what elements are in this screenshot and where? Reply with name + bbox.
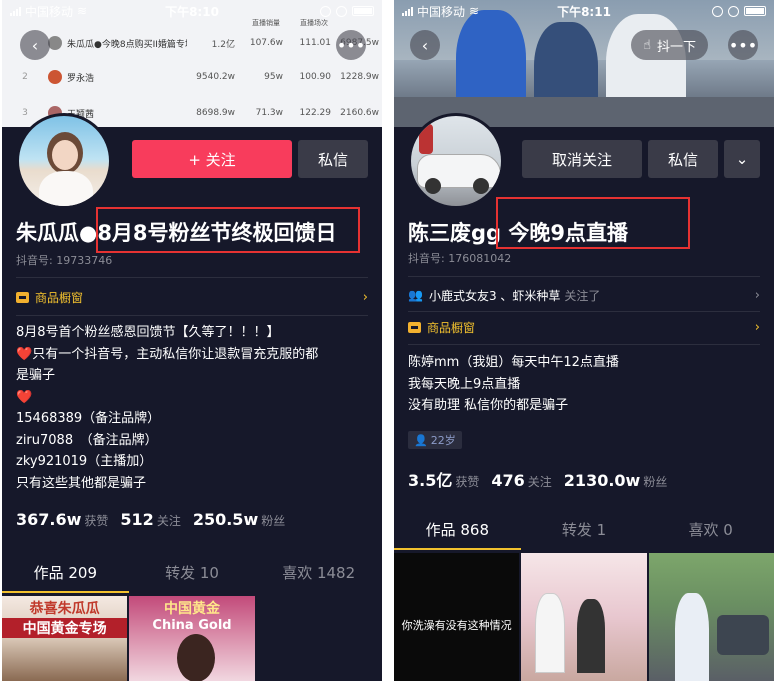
alarm-icon: [336, 5, 347, 17]
lock-rotation-icon: [320, 5, 331, 17]
avatar: [48, 70, 62, 84]
following-stat[interactable]: 476 关注: [491, 471, 551, 490]
divider: [408, 311, 760, 312]
divider: [408, 276, 760, 277]
shop-window-link[interactable]: 商品橱窗 ›: [16, 287, 368, 307]
more-button[interactable]: •••: [336, 30, 366, 60]
tab-works[interactable]: 作品 209: [2, 553, 129, 593]
tab-reposts[interactable]: 转发 10: [129, 553, 256, 593]
message-button[interactable]: 私信: [298, 140, 368, 178]
chevron-left-icon: ‹: [421, 35, 429, 55]
followers-stat[interactable]: 250.5w 粉丝: [193, 510, 285, 529]
more-button[interactable]: •••: [728, 30, 758, 60]
alarm-icon: [728, 5, 739, 17]
video-grid: 你洗澡有没有这种情况: [394, 553, 774, 681]
people-icon: 👥: [408, 288, 423, 302]
panel-separator: [383, 0, 393, 681]
divider: [408, 344, 760, 345]
chevron-right-icon: ›: [754, 287, 760, 303]
avatar: [48, 36, 62, 50]
video-grid: 恭喜朱瓜瓜 中国黄金专场 中国黄金 China Gold: [2, 596, 382, 681]
back-button[interactable]: ‹: [20, 30, 50, 60]
tab-likes[interactable]: 喜欢 1482: [255, 553, 382, 593]
profile-stats: 3.5亿 获赞 476 关注 2130.0w 粉丝: [408, 467, 667, 491]
content-tabs: 作品 868 转发 1 喜欢 0: [394, 510, 774, 550]
profile-name: 陈三废gg 今晚9点直播: [408, 221, 628, 245]
chevron-left-icon: ‹: [31, 35, 39, 55]
unfollow-button[interactable]: 取消关注: [522, 140, 642, 178]
video-thumbnail[interactable]: [648, 553, 774, 681]
tab-likes[interactable]: 喜欢 0: [647, 510, 774, 550]
status-bar: 中国移动 ≋ 下午8:11: [394, 0, 774, 22]
shop-icon: [408, 321, 421, 333]
video-thumbnail[interactable]: 中国黄金 China Gold: [129, 596, 255, 681]
douyin-id: 抖音号: 176081042: [408, 252, 512, 265]
left-profile-screen: 直播销量 直播场次 朱瓜瓜●今晚8点购买II婚篇专场来啦 1.2亿 107.6w…: [2, 0, 382, 681]
wifi-icon: ≋: [77, 4, 88, 18]
shop-window-link[interactable]: 商品橱窗 ›: [408, 317, 760, 337]
back-button[interactable]: ‹: [410, 30, 440, 60]
carrier-label: 中国移动: [25, 4, 74, 19]
video-thumbnail[interactable]: 恭喜朱瓜瓜 中国黄金专场: [2, 596, 128, 681]
battery-icon: [744, 6, 766, 16]
douyin-id: 抖音号: 19733746: [16, 254, 113, 267]
age-badge: 👤 22岁: [408, 431, 462, 449]
hand-tap-icon: ☝: [643, 37, 651, 53]
followed-by-row[interactable]: 👥 小鹿式女友3 、虾米种草 关注了 ›: [408, 285, 760, 305]
battery-icon: [352, 6, 374, 16]
status-time: 下午8:11: [557, 4, 611, 19]
chevron-down-icon: ⌄: [735, 150, 749, 168]
likes-stat: 3.5亿 获赞: [408, 471, 480, 490]
wifi-icon: ≋: [469, 4, 480, 18]
carrier-label: 中国移动: [417, 4, 466, 19]
shop-icon: [16, 291, 29, 303]
expand-button[interactable]: ⌄: [724, 140, 760, 178]
divider: [16, 315, 368, 316]
signal-icon: [402, 6, 413, 16]
avatar[interactable]: [408, 113, 504, 209]
video-thumbnail[interactable]: [521, 553, 647, 681]
status-bar: 中国移动 ≋ 下午8:10: [2, 0, 382, 22]
tab-reposts[interactable]: 转发 1: [521, 510, 648, 550]
avatar[interactable]: [16, 113, 112, 209]
followed-by-names: 小鹿式女友3 、虾米种草: [428, 288, 561, 303]
divider: [16, 277, 368, 278]
likes-stat: 367.6w 获赞: [16, 510, 109, 529]
followers-stat[interactable]: 2130.0w 粉丝: [564, 471, 668, 490]
shake-button[interactable]: ☝ 抖一下: [631, 30, 708, 60]
status-time: 下午8:10: [165, 4, 219, 19]
heart-icon: ❤️: [16, 346, 33, 362]
chevron-right-icon: ›: [362, 289, 368, 305]
person-icon: 👤: [414, 433, 428, 447]
chevron-right-icon: ›: [754, 319, 760, 335]
shop-window-label: 商品橱窗: [427, 320, 476, 335]
heart-icon: ❤️: [16, 389, 33, 405]
table-row: 朱瓜瓜●今晚8点购买II婚篇专场来啦 1.2亿 107.6w 111.01 69…: [2, 28, 382, 58]
message-button[interactable]: 私信: [648, 140, 718, 178]
table-row: 2 罗永浩 9540.2w 95w 100.90 1228.9w: [22, 70, 379, 84]
shop-window-label: 商品橱窗: [35, 290, 84, 305]
profile-bio: 陈婷mm（我姐）每天中午12点直播 我每天晚上9点直播 没有助理 私信你的都是骗…: [408, 355, 619, 413]
profile-name: 朱瓜瓜●8月8号粉丝节终极回馈日: [16, 221, 337, 245]
profile-stats: 367.6w 获赞 512 关注 250.5w 粉丝: [16, 510, 285, 529]
video-thumbnail-empty: [256, 596, 382, 681]
profile-bio: 8月8号首个粉丝感恩回馈节【久等了！！！】 ❤️只有一个抖音号，主动私信你让退款…: [16, 325, 319, 491]
content-tabs: 作品 209 转发 10 喜欢 1482: [2, 553, 382, 593]
more-dots-icon: •••: [336, 35, 366, 55]
tab-works[interactable]: 作品 868: [394, 510, 521, 550]
signal-icon: [10, 6, 21, 16]
follow-button[interactable]: + 关注: [132, 140, 292, 178]
following-stat[interactable]: 512 关注: [120, 510, 180, 529]
right-profile-screen: 中国移动 ≋ 下午8:11 ‹ ☝ 抖一下 ••• 取消关注 私信 ⌄ 陈三废g…: [394, 0, 774, 681]
lock-rotation-icon: [712, 5, 723, 17]
video-thumbnail[interactable]: 你洗澡有没有这种情况: [394, 553, 520, 681]
more-dots-icon: •••: [728, 35, 758, 55]
